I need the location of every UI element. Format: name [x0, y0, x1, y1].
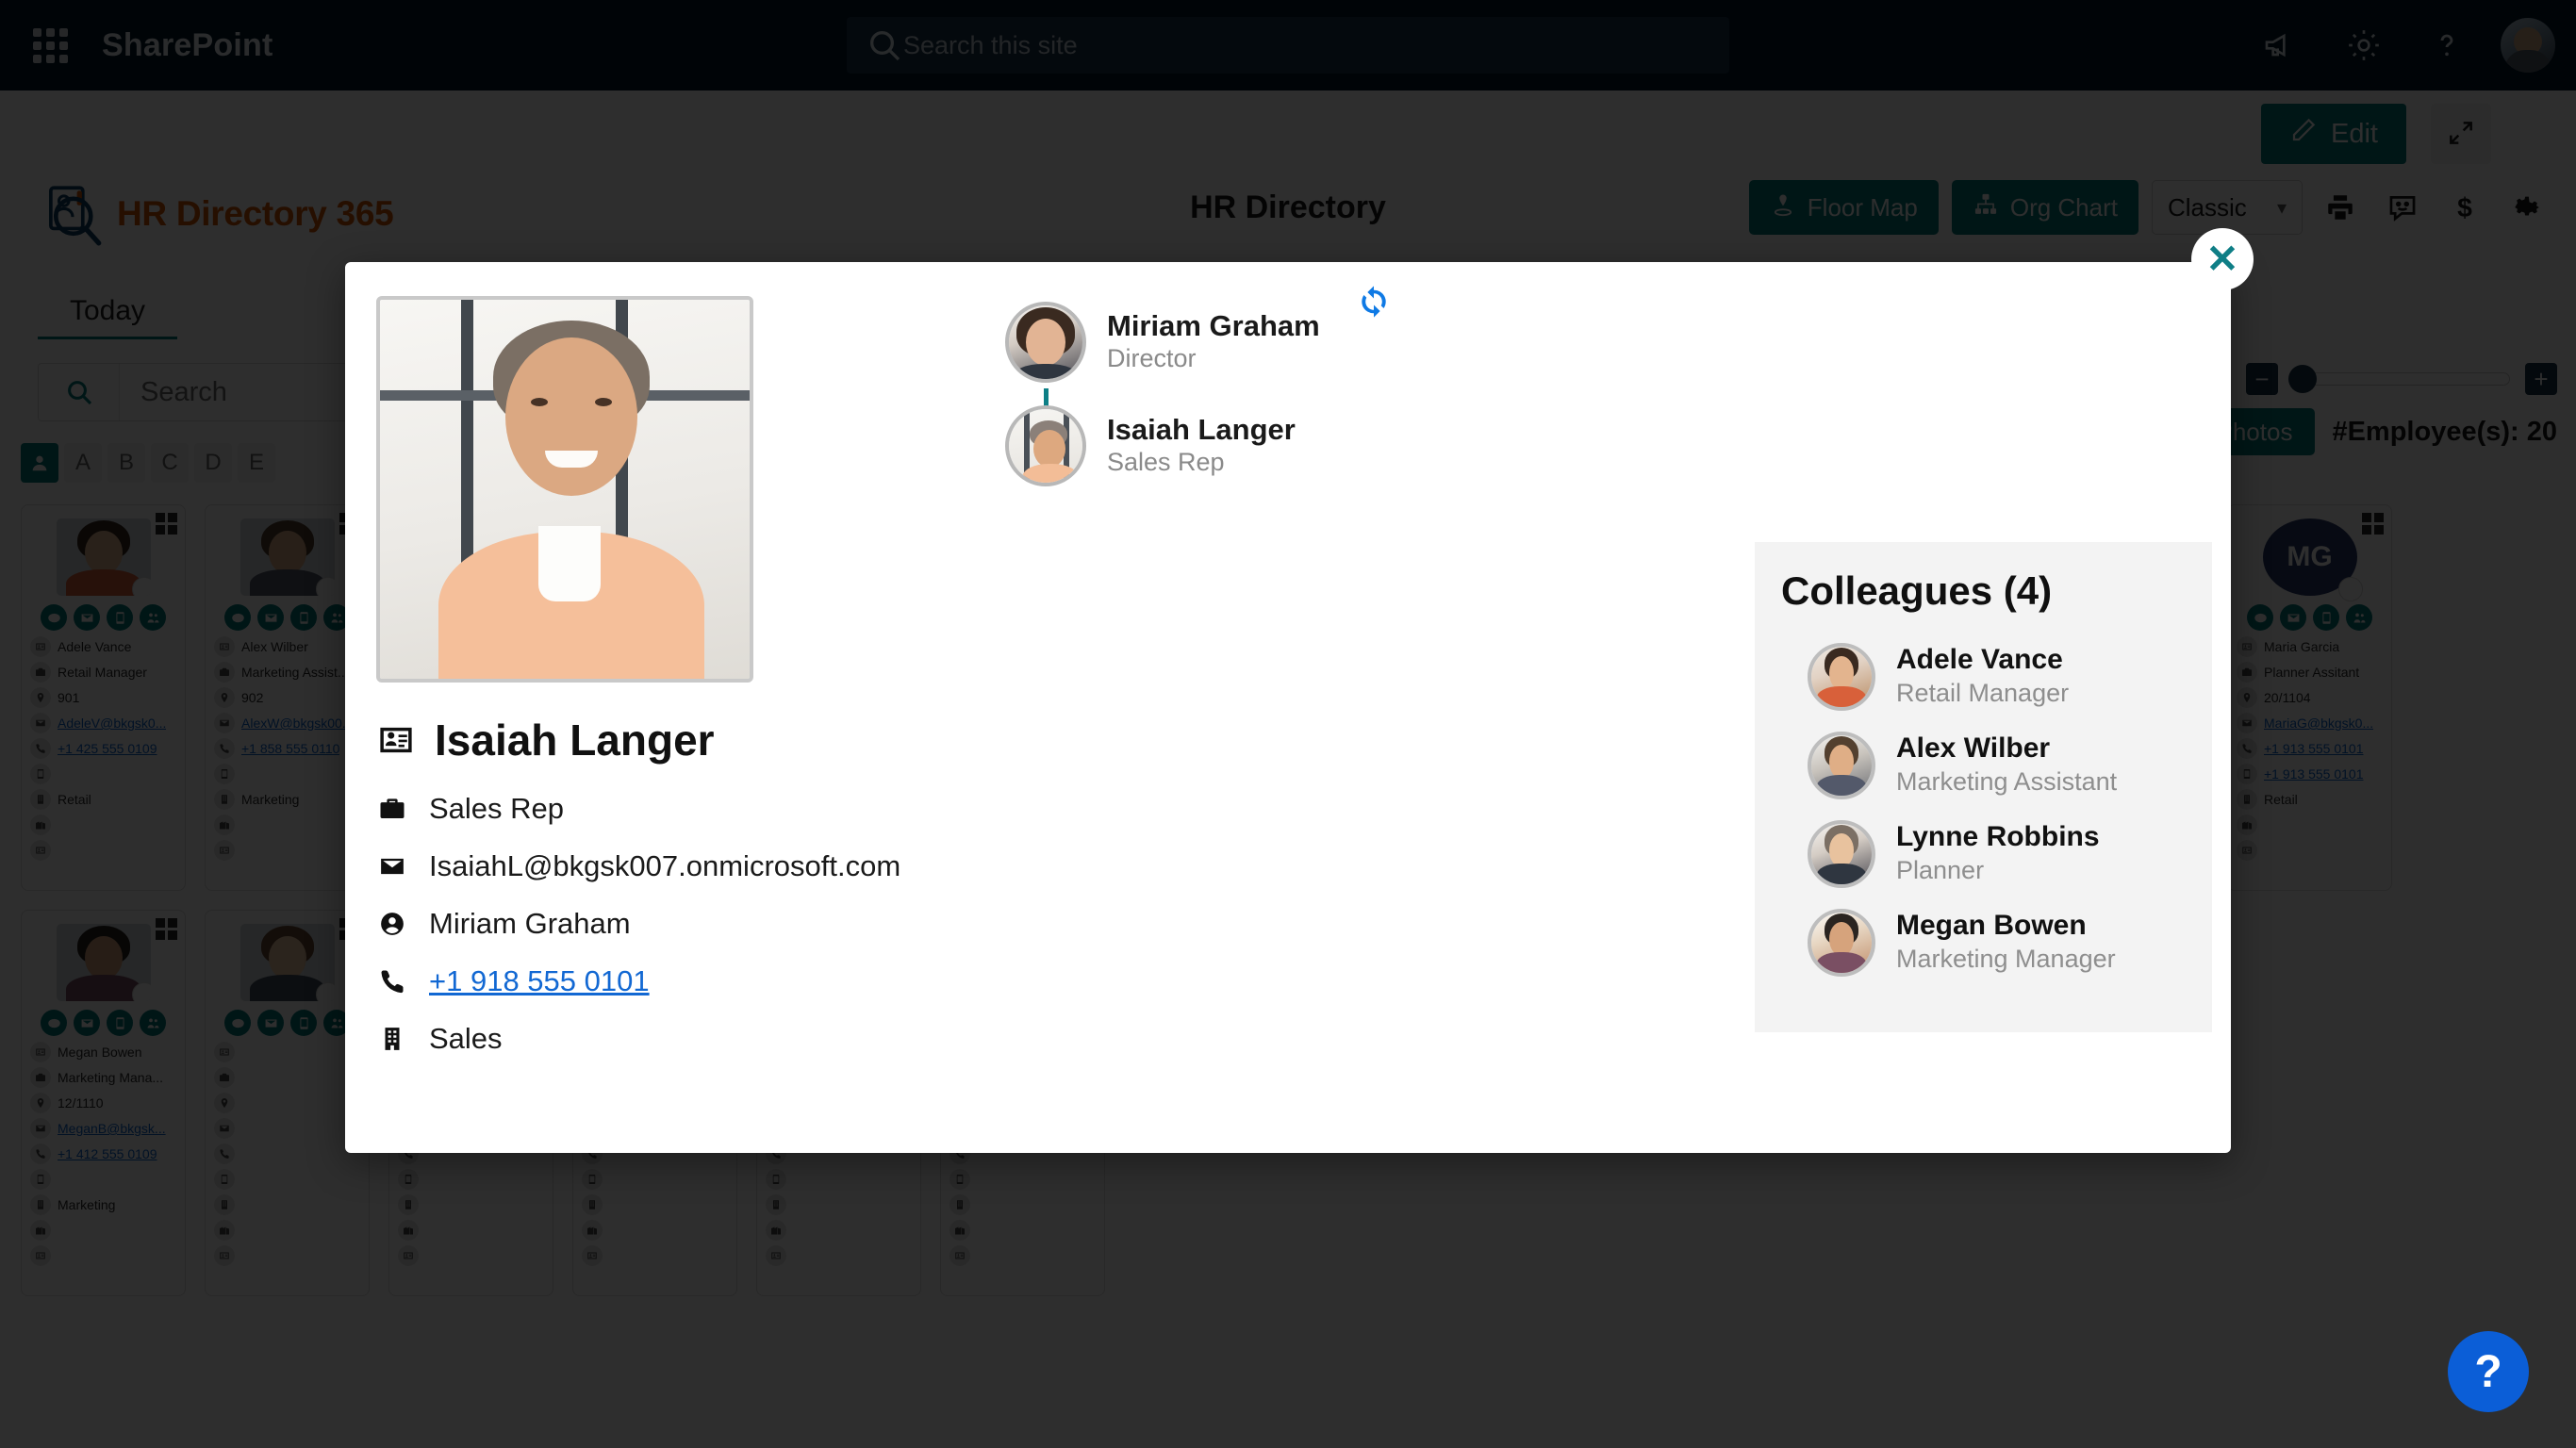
help-fab-button[interactable]: ? [2448, 1331, 2529, 1412]
profile-job-title-row: Sales Rep [376, 792, 900, 826]
profile-email-row: IsaiahL@bkgsk007.onmicrosoft.com [376, 849, 900, 883]
profile-details: Isaiah Langer Sales Rep IsaiahL@bkgsk007… [376, 715, 900, 1079]
building-icon [376, 1025, 408, 1053]
profile-photo [376, 296, 753, 683]
org-node-self[interactable]: Isaiah Langer Sales Rep [1005, 405, 1320, 486]
colleagues-list: Adele Vance Retail Manager Alex Wilber Mark… [1755, 633, 2212, 987]
colleagues-panel: Colleagues (4) Adele Vance Retail Manager… [1755, 542, 2212, 1032]
colleague-item[interactable]: Lynne Robbins Planner [1755, 810, 2212, 898]
org-node-avatar [1005, 302, 1086, 383]
org-node-role: Sales Rep [1107, 448, 1225, 477]
briefcase-icon [376, 795, 408, 823]
profile-email: IsaiahL@bkgsk007.onmicrosoft.com [429, 849, 901, 882]
profile-manager: Miriam Graham [429, 907, 631, 940]
envelope-icon [376, 852, 408, 880]
colleague-avatar [1808, 820, 1875, 888]
colleague-role: Marketing Manager [1896, 944, 2116, 973]
colleague-role: Planner [1896, 855, 1985, 884]
colleague-avatar [1808, 909, 1875, 977]
colleague-name: Adele Vance [1896, 644, 2063, 676]
contact-card-icon [376, 720, 416, 760]
org-node-role: Director [1107, 344, 1197, 373]
colleague-role: Retail Manager [1896, 678, 2070, 707]
profile-name-row: Isaiah Langer [376, 715, 900, 765]
profile-department: Sales [429, 1022, 503, 1055]
close-icon[interactable]: ✕ [2191, 228, 2254, 290]
profile-department-row: Sales [376, 1022, 900, 1056]
colleague-name: Megan Bowen [1896, 910, 2087, 942]
profile-name: Isaiah Langer [435, 716, 715, 765]
org-node-name: Miriam Graham [1107, 308, 1320, 342]
org-node-manager[interactable]: Miriam Graham Director [1005, 302, 1320, 413]
colleague-item[interactable]: Megan Bowen Marketing Manager [1755, 898, 2212, 987]
colleague-avatar [1808, 643, 1875, 711]
profile-phone[interactable]: +1 918 555 0101 [429, 964, 650, 998]
org-node-avatar [1005, 405, 1086, 486]
profile-phone-row: +1 918 555 0101 [376, 964, 900, 998]
org-hierarchy: Miriam Graham Director Isaiah Langer Sal… [1005, 302, 1320, 486]
org-node-name: Isaiah Langer [1107, 412, 1296, 446]
profile-manager-row: Miriam Graham [376, 907, 900, 941]
page-root: SharePoint Edit [0, 0, 2576, 1448]
employee-profile-modal: ✕ Miriam Graham Director Isaiah Langer S… [345, 228, 2254, 1153]
colleague-name: Alex Wilber [1896, 732, 2051, 765]
colleagues-title: Colleagues (4) [1781, 568, 2053, 613]
person-icon [376, 910, 408, 938]
profile-job-title: Sales Rep [429, 792, 565, 825]
phone-icon [376, 967, 408, 996]
colleague-avatar [1808, 732, 1875, 799]
refresh-icon[interactable] [1351, 279, 1396, 324]
colleague-name: Lynne Robbins [1896, 821, 2100, 853]
colleague-item[interactable]: Alex Wilber Marketing Assistant [1755, 721, 2212, 810]
colleague-role: Marketing Assistant [1896, 766, 2118, 796]
colleague-item[interactable]: Adele Vance Retail Manager [1755, 633, 2212, 721]
